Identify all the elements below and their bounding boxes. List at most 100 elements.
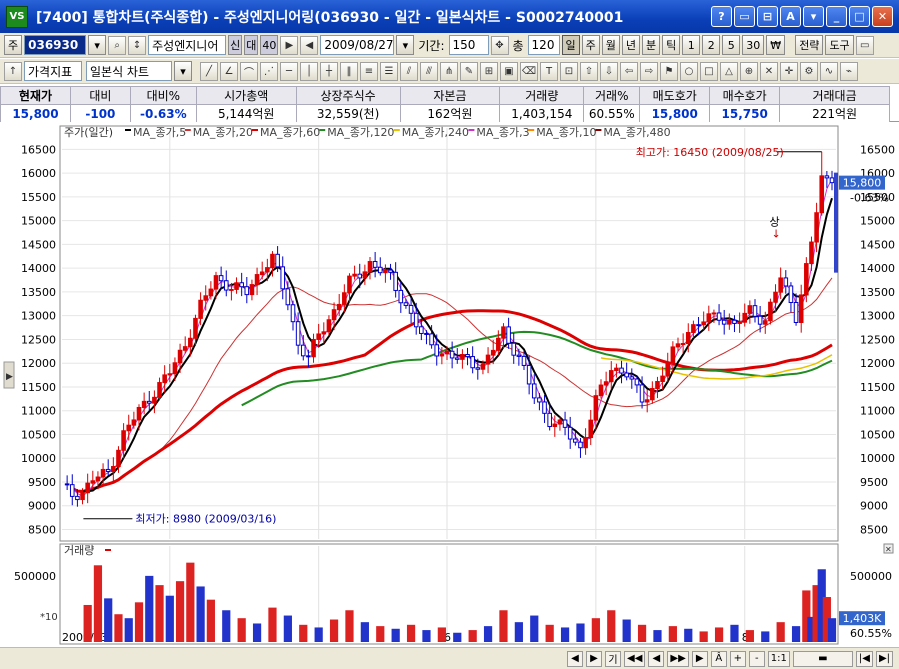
sort-icon[interactable]: ↕ bbox=[128, 35, 147, 55]
zoom-out-button[interactable]: - bbox=[748, 650, 765, 667]
indicator-selector[interactable]: 가격지표 bbox=[24, 61, 82, 81]
settings-icon[interactable]: ⚙ bbox=[800, 61, 818, 81]
date-input[interactable]: 2009/08/27 bbox=[320, 35, 395, 55]
prev-arrow-icon[interactable]: ◀ bbox=[300, 35, 319, 55]
arrow-up-icon[interactable]: ⇧ bbox=[580, 61, 598, 81]
fan-icon[interactable]: ⋰ bbox=[260, 61, 278, 81]
fast-forward-button[interactable]: ▶▶ bbox=[667, 650, 689, 667]
retracement-icon[interactable]: ☰ bbox=[380, 61, 398, 81]
angle-line-icon[interactable]: ∠ bbox=[220, 61, 238, 81]
tools-button[interactable]: 도구 bbox=[825, 35, 854, 55]
capital-value: 162억원 bbox=[399, 104, 501, 123]
period-year-button[interactable]: 년 bbox=[621, 35, 641, 55]
period-minute-button[interactable]: 분 bbox=[642, 35, 661, 55]
count-input[interactable]: 120 bbox=[527, 35, 560, 55]
help-button[interactable]: ? bbox=[711, 6, 732, 27]
channel-icon[interactable]: ⫽ bbox=[400, 61, 418, 81]
minute-30-button[interactable]: 30 bbox=[742, 35, 765, 55]
candle-body bbox=[588, 419, 594, 439]
chart-scroll-bar[interactable]: ◀ ▶ 기 ◀◀ ◀ ▶▶ ▶ Â + - 1:1 ▬ |◀ ▶| bbox=[0, 647, 899, 669]
period-tick-button[interactable]: 틱 bbox=[662, 35, 681, 55]
fibonacci-icon[interactable]: ≡ bbox=[360, 61, 378, 81]
chart-type-selector[interactable]: 일본식 차트 bbox=[86, 61, 172, 81]
minute-2-button[interactable]: 2 bbox=[702, 35, 721, 55]
candle-body bbox=[809, 241, 814, 265]
volume-bar bbox=[761, 631, 770, 642]
scroll-right-button[interactable]: ▶ bbox=[586, 650, 602, 667]
next-arrow-icon[interactable]: ▶ bbox=[280, 35, 299, 55]
flag-icon[interactable]: ⚑ bbox=[660, 61, 678, 81]
crosshair-icon[interactable]: ✛ bbox=[780, 61, 798, 81]
folder-icon[interactable]: ▭ bbox=[855, 35, 874, 55]
close-button[interactable]: ✕ bbox=[872, 6, 893, 27]
period-day-button[interactable]: 일 bbox=[561, 35, 580, 55]
properties-icon[interactable]: ⊡ bbox=[560, 61, 578, 81]
fast-rewind-button[interactable]: ◀◀ bbox=[624, 650, 646, 667]
zoom-reset-button[interactable]: 1:1 bbox=[767, 650, 790, 667]
period-month-button[interactable]: 월 bbox=[601, 35, 620, 55]
andrews-icon[interactable]: ⋔ bbox=[440, 61, 458, 81]
tile-button[interactable]: ⊟ bbox=[757, 6, 778, 27]
triangle-icon[interactable]: △ bbox=[720, 61, 738, 81]
menu-dropdown-button[interactable]: ▾ bbox=[803, 6, 824, 27]
cycle-line-icon[interactable]: ‖ bbox=[340, 61, 358, 81]
go-first-button[interactable]: |◀ bbox=[855, 650, 873, 667]
go-last-button[interactable]: ▶| bbox=[875, 650, 893, 667]
date-dropdown-icon[interactable]: ▾ bbox=[396, 35, 415, 55]
stock-chart[interactable]: ▶ 8500 8500 9000 9000 9500 9500 10000 10000 1050… bbox=[0, 122, 899, 647]
candle-body bbox=[121, 430, 126, 451]
rectangle-icon[interactable]: □ bbox=[700, 61, 718, 81]
restore-layout-button[interactable]: ▭ bbox=[734, 6, 755, 27]
step-forward-button[interactable]: ▶ bbox=[691, 650, 708, 667]
currency-button[interactable]: ₩ bbox=[766, 35, 786, 55]
zoom-icon[interactable]: ⊕ bbox=[740, 61, 758, 81]
delete-icon[interactable]: ✕ bbox=[760, 61, 778, 81]
y-tick-label-right: 9000 bbox=[860, 500, 888, 513]
arrow-right-icon[interactable]: ⇨ bbox=[640, 61, 658, 81]
period-input[interactable]: 150 bbox=[448, 35, 489, 55]
auto-scale-button[interactable]: Â bbox=[710, 650, 727, 667]
candle-body bbox=[311, 338, 316, 358]
eraser-icon[interactable]: ⌫ bbox=[520, 61, 538, 81]
market-selector[interactable]: 주 bbox=[4, 35, 23, 55]
cross-line-icon[interactable]: ┼ bbox=[320, 61, 338, 81]
color-icon[interactable]: ▣ bbox=[500, 61, 518, 81]
candle-body bbox=[552, 423, 558, 428]
zoom-in-button[interactable]: + bbox=[729, 650, 746, 667]
minimize-button[interactable]: _ bbox=[826, 6, 847, 27]
step-back-button[interactable]: ◀ bbox=[648, 650, 665, 667]
parallel-icon[interactable]: ⫻ bbox=[420, 61, 438, 81]
zoom-slider[interactable]: ▬ bbox=[792, 650, 853, 667]
trendline-icon[interactable]: ╱ bbox=[200, 61, 218, 81]
code-dropdown-icon[interactable]: ▾ bbox=[88, 35, 107, 55]
chart-type-dropdown-icon[interactable]: ▾ bbox=[174, 61, 192, 81]
vertical-line-icon[interactable]: │ bbox=[300, 61, 318, 81]
period-week-button[interactable]: 주 bbox=[581, 35, 600, 55]
base-button[interactable]: 기 bbox=[605, 650, 621, 667]
window-title-bar[interactable]: VS [7400] 통합차트(주식종합) - 주성엔지니어링(036930 - … bbox=[0, 0, 899, 33]
font-button[interactable]: A bbox=[780, 6, 801, 27]
y-tick-label-right: 10500 bbox=[860, 428, 895, 441]
move-icon[interactable]: ✥ bbox=[490, 35, 509, 55]
minute-5-button[interactable]: 5 bbox=[722, 35, 741, 55]
chart-area[interactable]: ▶ 8500 8500 9000 9000 9500 9500 10000 10000 1050… bbox=[0, 122, 899, 647]
gann-icon[interactable]: ⊞ bbox=[480, 61, 498, 81]
wave-icon[interactable]: ∿ bbox=[820, 61, 838, 81]
minute-1-button[interactable]: 1 bbox=[682, 35, 701, 55]
maximize-button[interactable]: □ bbox=[849, 6, 870, 27]
volume-bar bbox=[745, 630, 754, 642]
price-panel[interactable] bbox=[59, 125, 839, 542]
text-icon[interactable]: T bbox=[540, 61, 558, 81]
arrow-left-icon[interactable]: ⇦ bbox=[620, 61, 638, 81]
up-arrow-icon[interactable]: ↑ bbox=[4, 61, 22, 81]
circle-icon[interactable]: ○ bbox=[680, 61, 698, 81]
pencil-icon[interactable]: ✎ bbox=[460, 61, 478, 81]
arrow-down-icon[interactable]: ⇩ bbox=[600, 61, 618, 81]
horizontal-line-icon[interactable]: ─ bbox=[280, 61, 298, 81]
search-icon[interactable]: ⌕ bbox=[108, 35, 127, 55]
stock-code-input[interactable]: 036930 bbox=[24, 35, 87, 55]
scroll-left-button[interactable]: ◀ bbox=[567, 650, 583, 667]
indicator-icon[interactable]: ⌁ bbox=[840, 61, 858, 81]
strategy-button[interactable]: 전략 bbox=[795, 35, 824, 55]
arc-icon[interactable]: ⌒ bbox=[240, 61, 258, 81]
